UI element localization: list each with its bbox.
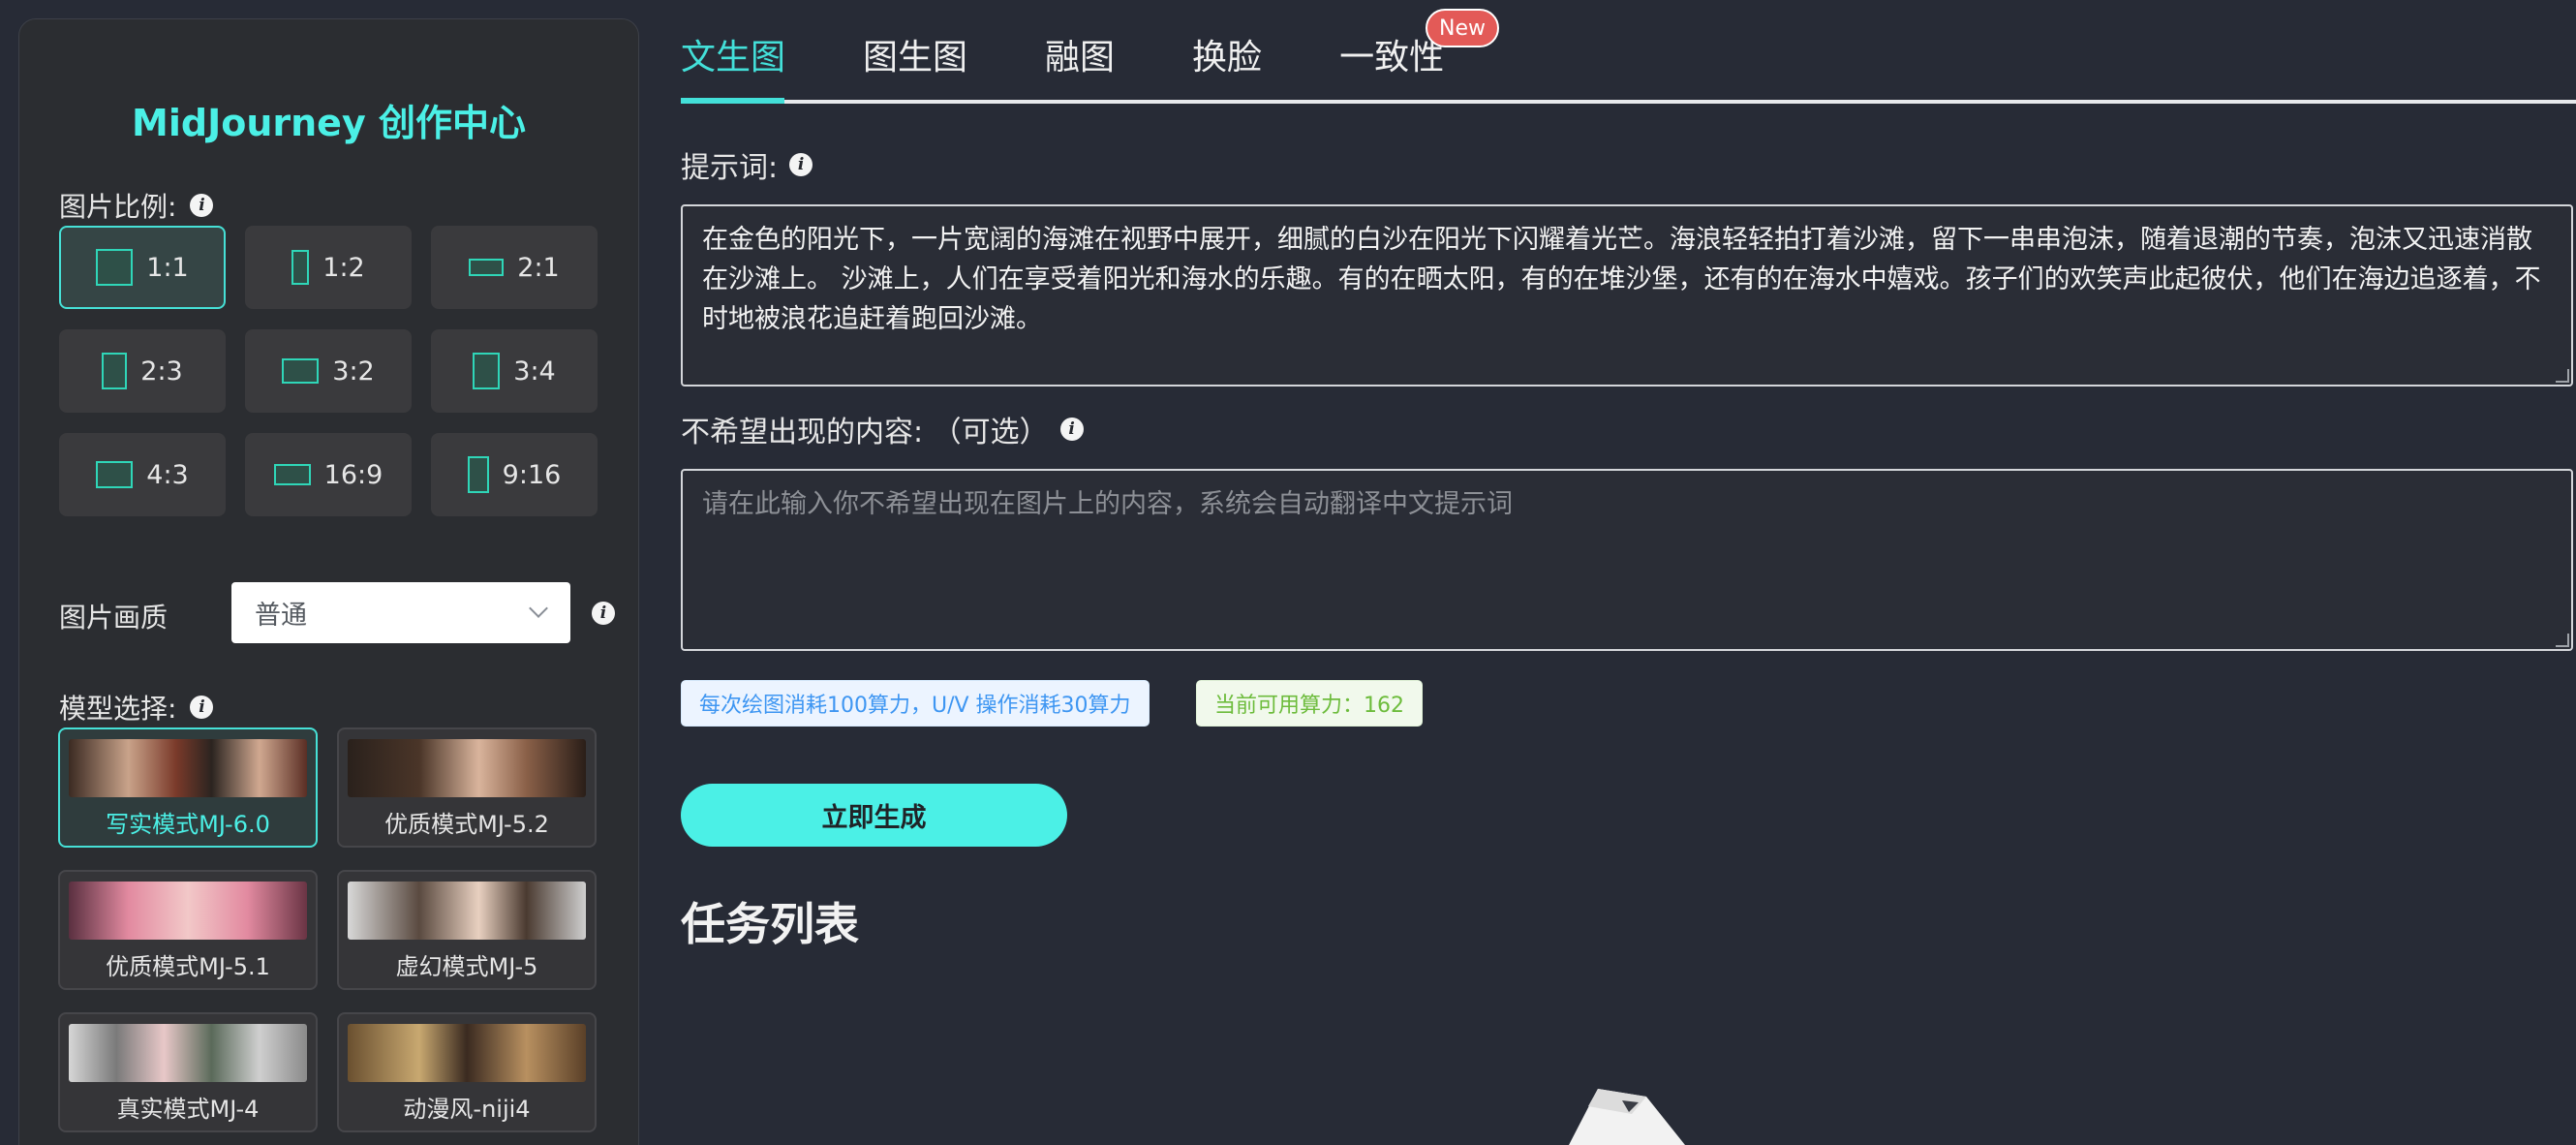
- prompt-label: 提示词:: [681, 151, 779, 185]
- model-name: 动漫风-niji4: [403, 1096, 531, 1123]
- negative-section-label: 不希望出现的内容: （可选） i: [681, 408, 1084, 450]
- prompt-text: 在金色的阳光下，一片宽阔的海滩在视野中展开，细腻的白沙在阳光下闪耀着光芒。海浪轻…: [702, 225, 2541, 334]
- tab-face-swap[interactable]: 换脸: [1192, 29, 1262, 87]
- quality-select-value: 普通: [255, 601, 307, 631]
- negative-label: 不希望出现的内容: （可选）: [681, 416, 1049, 449]
- tab-image-to-image[interactable]: 图生图: [863, 29, 967, 87]
- ratio-option-2-1[interactable]: 2:1: [431, 226, 598, 309]
- ratio-label: 2:3: [140, 356, 183, 387]
- tab-blend[interactable]: 融图: [1045, 29, 1115, 87]
- empty-box-icon: [1569, 1089, 1685, 1145]
- ratio-grid: 1:1 1:2 2:1 2:3 3:2 3:4 4:3 16:9 9:16: [59, 226, 621, 516]
- quality-select[interactable]: 普通: [231, 582, 570, 643]
- ratio-label: 2:1: [517, 252, 560, 283]
- info-icon[interactable]: i: [190, 194, 214, 217]
- ratio-shape-icon: [469, 259, 505, 276]
- ratio-label: 1:1: [146, 252, 189, 283]
- info-icon[interactable]: i: [1059, 418, 1084, 441]
- model-thumbnail: [348, 739, 586, 797]
- ratio-shape-icon: [467, 456, 489, 493]
- ratio-shape-icon: [102, 353, 128, 389]
- ratio-option-16-9[interactable]: 16:9: [245, 433, 412, 516]
- model-card-mj-4[interactable]: 真实模式MJ-4: [58, 1012, 318, 1132]
- model-thumbnail: [348, 882, 586, 940]
- page: MidJourney 创作中心 图片比例: i 1:1 1:2 2:1 2:3: [0, 0, 2576, 1145]
- info-icon[interactable]: i: [190, 696, 214, 719]
- tab-text-to-image[interactable]: 文生图: [681, 29, 785, 87]
- ratio-option-3-2[interactable]: 3:2: [245, 329, 412, 413]
- quality-section-label: 图片画质: [59, 597, 168, 635]
- ratio-label: 3:4: [513, 356, 556, 387]
- model-section-label: 模型选择: i: [59, 688, 214, 727]
- prompt-textarea[interactable]: 在金色的阳光下，一片宽阔的海滩在视野中展开，细腻的白沙在阳光下闪耀着光芒。海浪轻…: [681, 204, 2573, 387]
- model-card-mj-5[interactable]: 虚幻模式MJ-5: [337, 870, 597, 990]
- ratio-option-9-16[interactable]: 9:16: [431, 433, 598, 516]
- ratio-option-3-4[interactable]: 3:4: [431, 329, 598, 413]
- ratio-section-label: 图片比例: i: [59, 186, 214, 225]
- ratio-shape-icon: [96, 249, 134, 286]
- mode-tabs: 文生图 图生图 融图 换脸 一致性: [681, 29, 1521, 87]
- info-icon[interactable]: i: [592, 602, 615, 625]
- model-card-niji4[interactable]: 动漫风-niji4: [337, 1012, 597, 1132]
- model-label: 模型选择:: [59, 693, 177, 725]
- ratio-shape-icon: [473, 353, 501, 389]
- ratio-label: 图片比例:: [59, 191, 177, 223]
- ratio-label: 3:2: [332, 356, 375, 387]
- model-thumbnail: [348, 1024, 586, 1082]
- model-thumbnail: [69, 882, 307, 940]
- model-card-mj-5-1[interactable]: 优质模式MJ-5.1: [58, 870, 318, 990]
- tab-divider: [681, 100, 2576, 104]
- model-name: 写实模式MJ-6.0: [106, 811, 270, 838]
- model-name: 虚幻模式MJ-5: [395, 953, 538, 980]
- model-name: 优质模式MJ-5.1: [106, 953, 270, 980]
- generate-button[interactable]: 立即生成: [681, 784, 1067, 847]
- ratio-label: 1:2: [322, 252, 365, 283]
- model-thumbnail: [69, 1024, 307, 1082]
- sidebar-title: MidJourney 创作中心: [132, 102, 526, 144]
- ratio-shape-icon: [273, 464, 311, 485]
- ratio-option-1-1[interactable]: 1:1: [59, 226, 226, 309]
- resize-handle-icon[interactable]: [2556, 634, 2569, 647]
- model-name: 优质模式MJ-5.2: [384, 811, 549, 838]
- prompt-section-label: 提示词: i: [681, 143, 813, 186]
- ratio-shape-icon: [291, 250, 310, 285]
- quality-label: 图片画质: [59, 602, 169, 634]
- negative-prompt-textarea[interactable]: 请在此输入你不希望出现在图片上的内容，系统会自动翻译中文提示词: [681, 469, 2573, 651]
- negative-placeholder: 请在此输入你不希望出现在图片上的内容，系统会自动翻译中文提示词: [702, 489, 1513, 519]
- new-badge: New: [1426, 9, 1499, 47]
- ratio-option-2-3[interactable]: 2:3: [59, 329, 226, 413]
- cost-info-tag: 每次绘图消耗100算力，U/V 操作消耗30算力: [681, 680, 1150, 727]
- ratio-shape-icon: [96, 461, 134, 488]
- model-thumbnail: [69, 739, 307, 797]
- task-list-title: 任务列表: [681, 898, 859, 950]
- model-card-mj-5-2[interactable]: 优质模式MJ-5.2: [337, 727, 597, 848]
- info-icon[interactable]: i: [789, 153, 813, 176]
- chevron-down-icon: [529, 599, 548, 618]
- tab-active-indicator: [681, 98, 784, 104]
- ratio-option-4-3[interactable]: 4:3: [59, 433, 226, 516]
- ratio-shape-icon: [282, 358, 320, 384]
- ratio-label: 4:3: [146, 459, 189, 490]
- resize-handle-icon[interactable]: [2556, 369, 2569, 383]
- ratio-option-1-2[interactable]: 1:2: [245, 226, 412, 309]
- ratio-label: 9:16: [502, 459, 562, 490]
- model-card-mj-6[interactable]: 写实模式MJ-6.0: [58, 727, 318, 848]
- model-grid: 写实模式MJ-6.0 优质模式MJ-5.2 优质模式MJ-5.1 虚幻模式MJ-…: [58, 727, 600, 1132]
- balance-tag: 当前可用算力：162: [1196, 680, 1423, 727]
- ratio-label: 16:9: [323, 459, 383, 490]
- model-name: 真实模式MJ-4: [116, 1096, 260, 1123]
